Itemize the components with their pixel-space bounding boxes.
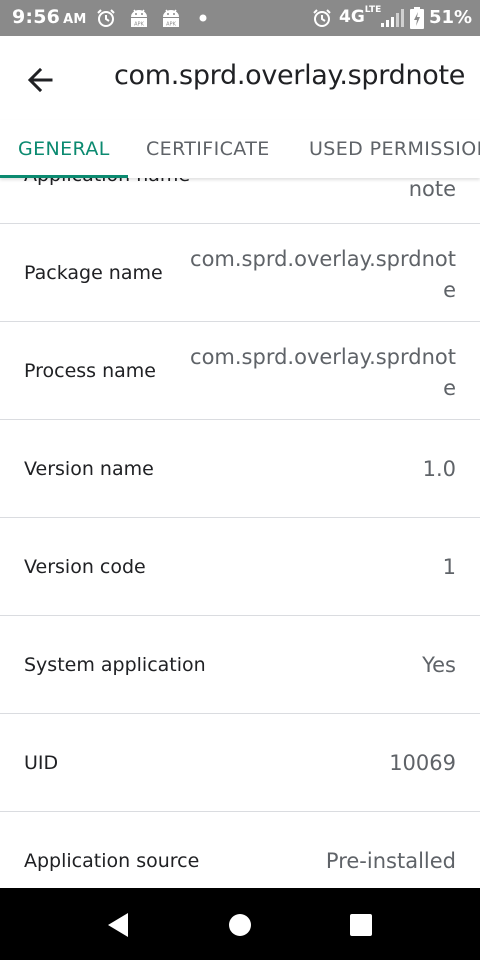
- svg-text:APK: APK: [134, 22, 144, 28]
- row-label: Package name: [24, 262, 163, 284]
- time-ampm: AM: [63, 12, 87, 27]
- network-type: 4GLTE: [339, 5, 382, 27]
- row-value: 1.0: [422, 457, 456, 481]
- apk-android-icon: APK: [163, 9, 179, 28]
- details-list[interactable]: Application name note Package name com.s…: [0, 178, 480, 888]
- dot-icon: [199, 14, 207, 22]
- back-triangle-icon[interactable]: [104, 910, 134, 940]
- row-value: note: [408, 178, 456, 201]
- row-value-line: e: [443, 278, 456, 302]
- row-value-line: e: [443, 376, 456, 400]
- row-value-line: com.sprd.overlay.sprdnot: [190, 247, 456, 271]
- list-item: Package name com.sprd.overlay.sprdnot e: [0, 224, 480, 322]
- row-label: Application name: [24, 178, 190, 186]
- alarm-icon: [313, 9, 331, 27]
- svg-text:APK: APK: [166, 22, 176, 28]
- alarm-icon: [97, 9, 115, 27]
- list-item: Application source Pre-installed: [0, 812, 480, 888]
- list-item: Application name note: [0, 178, 480, 224]
- tab-general[interactable]: GENERAL: [18, 120, 110, 178]
- row-label: Version code: [24, 556, 146, 578]
- network-sub: LTE: [364, 5, 382, 15]
- row-label: System application: [24, 654, 206, 676]
- battery-percent: 51%: [429, 7, 473, 28]
- row-value: Pre-installed: [325, 849, 456, 873]
- tab-used-permissions[interactable]: USED PERMISSIONS: [309, 120, 480, 178]
- time-text: 9:56: [12, 6, 61, 28]
- signal-icon: [381, 9, 404, 27]
- row-value-line: com.sprd.overlay.sprdnot: [190, 345, 456, 369]
- home-circle-icon[interactable]: [225, 910, 255, 940]
- tab-indicator: [0, 175, 128, 178]
- recents-square-icon[interactable]: [346, 910, 376, 940]
- row-value: com.sprd.overlay.sprdnot e: [190, 244, 456, 306]
- list-item: Process name com.sprd.overlay.sprdnot e: [0, 322, 480, 420]
- arrow-left-icon: [27, 67, 53, 93]
- status-bar: 9:56 AM APK APK 4GLTE 51%: [0, 0, 480, 36]
- back-button[interactable]: [14, 58, 66, 102]
- row-label: UID: [24, 752, 59, 774]
- row-value: com.sprd.overlay.sprdnot e: [190, 342, 456, 404]
- list-item: Version code 1: [0, 518, 480, 616]
- status-time: 9:56 AM: [12, 6, 86, 28]
- row-label: Application source: [24, 850, 200, 872]
- tab-certificate[interactable]: CERTIFICATE: [146, 120, 270, 178]
- row-label: Version name: [24, 458, 154, 480]
- app-bar: com.sprd.overlay.sprdnote: [0, 36, 480, 120]
- list-item: System application Yes: [0, 616, 480, 714]
- battery-icon: [410, 7, 424, 29]
- page-title: com.sprd.overlay.sprdnote: [114, 60, 466, 91]
- row-value: 10069: [389, 751, 456, 775]
- navigation-bar: [0, 888, 480, 960]
- row-value: 1: [442, 555, 456, 579]
- list-item: Version name 1.0: [0, 420, 480, 518]
- list-item: UID 10069: [0, 714, 480, 812]
- row-label: Process name: [24, 360, 156, 382]
- apk-android-icon: APK: [131, 9, 147, 28]
- row-value: Yes: [422, 653, 456, 677]
- tab-bar: GENERAL CERTIFICATE USED PERMISSIONS: [0, 120, 480, 178]
